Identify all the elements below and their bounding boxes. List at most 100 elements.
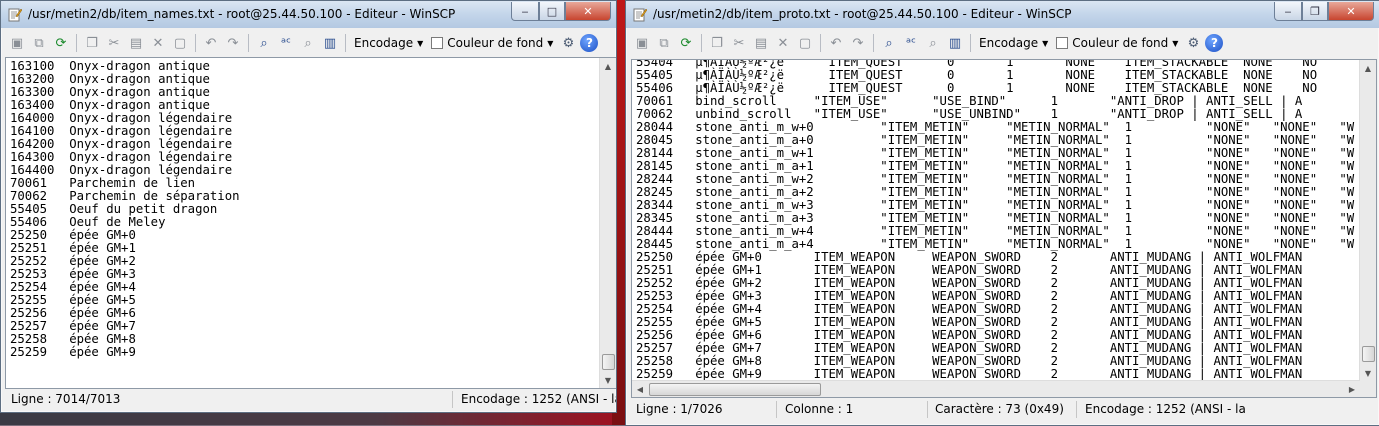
encoding-dropdown[interactable]: Encodage ▼ [351,36,426,50]
paste-icon[interactable]: ▤ [751,33,771,53]
goto-line-icon[interactable]: ▥ [320,33,340,53]
toolbar-separator [248,34,249,52]
toolbar-separator [195,34,196,52]
horizontal-scrollbar[interactable]: ◀ ▶ [632,380,1360,397]
settings-icon[interactable]: ⚙ [558,33,578,53]
copy-icon[interactable]: ❐ [707,33,727,53]
refresh-icon[interactable]: ⟳ [676,33,696,53]
title-bar[interactable]: /usr/metin2/db/item_proto.txt - root@25.… [626,1,1379,28]
cut-icon[interactable]: ✂ [104,33,124,53]
encoding-dropdown[interactable]: Encodage ▼ [976,36,1051,50]
close-button[interactable]: ✕ [1328,2,1374,21]
status-encoding: Encodage : 1252 (ANSI - la [461,392,617,406]
goto-line-icon[interactable]: ▥ [945,33,965,53]
text-line[interactable]: 25259 épée GM+9 [10,346,240,359]
text-content[interactable]: 163100 Onyx-dragon antique 163200 Onyx-dr… [10,60,240,359]
delete-icon[interactable]: ✕ [148,33,168,53]
vertical-scrollbar[interactable]: ▲ ▼ [599,58,616,388]
text-editor[interactable]: 163100 Onyx-dragon antique 163200 Onyx-dr… [5,57,616,389]
encoding-label: Encodage [979,36,1039,50]
scroll-up-icon[interactable]: ▲ [1360,60,1376,76]
settings-icon[interactable]: ⚙ [1183,33,1203,53]
chevron-down-icon: ▼ [1042,38,1049,48]
status-column: Colonne : 1 [785,402,854,416]
encoding-label: Encodage [354,36,414,50]
find-next-icon[interactable]: ⌕ [923,33,943,53]
text-content[interactable]: 55404 µ¶ÀÏÀÙ½ºÆ²¿ë ITEM_QUEST 0 1 NONE I… [636,60,1354,381]
scroll-thumb[interactable] [1362,346,1375,362]
toolbar: ▣ ⧉ ⟳ ❐ ✂ ▤ ✕ ▢ ↶ ↷ ⌕ ᵃᶜ ⌕ ▥ Encodage ▼ C… [3,30,614,56]
save-all-icon[interactable]: ⧉ [654,33,674,53]
minimize-button[interactable]: ‒ [1274,2,1302,21]
find-next-icon[interactable]: ⌕ [298,33,318,53]
toolbar: ▣ ⧉ ⟳ ❐ ✂ ▤ ✕ ▢ ↶ ↷ ⌕ ᵃᶜ ⌕ ▥ Encodage ▼ C… [628,30,1377,56]
vertical-scrollbar[interactable]: ▲ ▼ [1359,60,1376,381]
scroll-up-icon[interactable]: ▲ [600,58,616,74]
redo-icon[interactable]: ↷ [848,33,868,53]
scroll-right-icon[interactable]: ▶ [1344,381,1360,397]
select-all-icon[interactable]: ▢ [170,33,190,53]
close-button[interactable]: ✕ [565,2,611,21]
replace-icon[interactable]: ᵃᶜ [901,33,921,53]
delete-icon[interactable]: ✕ [773,33,793,53]
toolbar-separator [345,34,346,52]
status-divider [1076,401,1077,418]
scroll-thumb[interactable] [602,354,615,370]
editor-window-item-names[interactable]: /usr/metin2/db/item_names.txt - root@25.… [0,0,617,413]
status-line: Ligne : 1/7026 [636,402,723,416]
notepad-icon [8,8,22,22]
toolbar-separator [820,34,821,52]
select-all-icon[interactable]: ▢ [795,33,815,53]
scroll-left-icon[interactable]: ◀ [632,381,648,397]
status-divider [927,401,928,418]
save-icon[interactable]: ▣ [632,33,652,53]
background-color-control[interactable]: Couleur de fond ▼ [1053,36,1181,50]
horizontal-scroll-thumb[interactable] [649,383,821,396]
notepad-icon [633,8,647,22]
refresh-icon[interactable]: ⟳ [51,33,71,53]
replace-icon[interactable]: ᵃᶜ [276,33,296,53]
redo-icon[interactable]: ↷ [223,33,243,53]
background-color-checkbox[interactable] [1056,37,1069,49]
paste-icon[interactable]: ▤ [126,33,146,53]
window-title: /usr/metin2/db/item_proto.txt - root@25.… [653,7,1072,21]
undo-icon[interactable]: ↶ [826,33,846,53]
find-icon[interactable]: ⌕ [254,33,274,53]
background-color-label: Couleur de fond [447,36,544,50]
save-icon[interactable]: ▣ [7,33,27,53]
toolbar-separator [701,34,702,52]
toolbar-separator [970,34,971,52]
background-color-label: Couleur de fond [1072,36,1169,50]
status-character: Caractère : 73 (0x49) [935,402,1064,416]
chevron-down-icon: ▼ [417,38,424,48]
text-editor[interactable]: 55404 µ¶ÀÏÀÙ½ºÆ²¿ë ITEM_QUEST 0 1 NONE I… [631,59,1377,398]
background-color-control[interactable]: Couleur de fond ▼ [428,36,556,50]
status-bar: Ligne : 7014/7013 Encodage : 1252 (ANSI … [5,390,616,410]
scroll-down-icon[interactable]: ▼ [1360,365,1376,381]
toolbar-separator [76,34,77,52]
window-title: /usr/metin2/db/item_names.txt - root@25.… [28,7,456,21]
scroll-down-icon[interactable]: ▼ [600,372,616,388]
maximize-button[interactable]: □ [539,2,565,21]
chevron-down-icon: ▼ [547,38,554,48]
title-bar[interactable]: /usr/metin2/db/item_names.txt - root@25.… [1,1,616,28]
maximize-button[interactable]: ❐ [1302,2,1328,21]
status-divider [452,391,453,408]
help-icon[interactable]: ? [580,34,599,52]
status-bar: Ligne : 1/7026 Colonne : 1 Caractère : 7… [630,400,1375,420]
status-encoding: Encodage : 1252 (ANSI - la [1085,402,1246,416]
help-icon[interactable]: ? [1205,34,1224,52]
status-line: Ligne : 7014/7013 [11,392,121,406]
find-icon[interactable]: ⌕ [879,33,899,53]
scrollbar-corner [1360,381,1376,397]
background-color-checkbox[interactable] [431,37,444,49]
undo-icon[interactable]: ↶ [201,33,221,53]
status-divider [776,401,777,418]
cut-icon[interactable]: ✂ [729,33,749,53]
editor-window-item-proto[interactable]: /usr/metin2/db/item_proto.txt - root@25.… [625,0,1379,426]
copy-icon[interactable]: ❐ [82,33,102,53]
minimize-button[interactable]: ‒ [511,2,539,21]
save-all-icon[interactable]: ⧉ [29,33,49,53]
chevron-down-icon: ▼ [1172,38,1179,48]
toolbar-separator [873,34,874,52]
